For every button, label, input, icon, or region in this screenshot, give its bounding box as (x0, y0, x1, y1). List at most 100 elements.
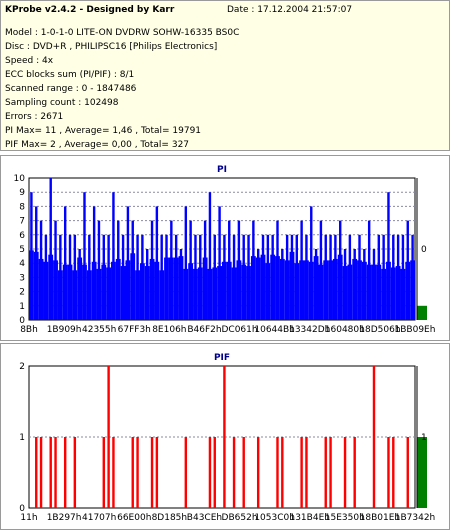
pif-bar (107, 366, 110, 508)
pi-fill-bar (313, 256, 319, 320)
pi-fill-bar (48, 254, 54, 320)
pi-fill-bar (164, 257, 169, 320)
pi-fill-bar (183, 268, 189, 320)
pi-fill-bar (400, 268, 406, 320)
pi-fill-bar (289, 251, 295, 320)
pi-fill-bar (197, 267, 203, 320)
pif-x-tick-label: 66E00h (117, 513, 151, 523)
pi-fill-bar (96, 268, 102, 320)
pi-fill-bar (106, 267, 112, 320)
pi-fill-bar (33, 251, 39, 320)
pi-fill-bar (371, 264, 377, 320)
pi-fill-bar (222, 261, 227, 320)
pif-bar (35, 437, 38, 508)
pi-fill-bar (29, 250, 34, 320)
pi-fill-bar (270, 254, 276, 320)
pif-bar (324, 437, 327, 508)
pi-fill-bar (91, 261, 97, 320)
pi-y-tick-label: 2 (19, 288, 25, 298)
pi-chart: PI01234567891008Bh 1B909h 42355h 67FF3h 8E10… (14, 165, 436, 335)
pif-bar (208, 437, 212, 508)
pi-fill-bar (352, 258, 358, 320)
pif-bar (353, 437, 356, 508)
pi-fill-bar (366, 264, 372, 320)
pi-y-tick-label: 7 (19, 217, 25, 227)
pi-fill-bar (318, 264, 324, 320)
pi-fill-bar (279, 258, 285, 320)
pi-fill-bar (135, 270, 140, 320)
pi-fill-bar (77, 257, 83, 320)
pi-fill-bar (72, 270, 78, 320)
pi-fill-bar (43, 261, 49, 320)
pif-x-tick-label: 41707h (82, 513, 116, 523)
pi-x-tick-label: 1B909h (47, 325, 82, 335)
pi-x-tick-label: DC061h (221, 325, 257, 335)
sampling-line: Sampling count : 102498 (5, 98, 119, 108)
pi-fill-bar (202, 257, 208, 320)
pif-bar (73, 437, 77, 508)
pi-fill-bar (342, 266, 348, 320)
pi-fill-bar (139, 263, 145, 320)
pif-x-tick-label: DB652h (222, 513, 258, 523)
disc-line: Disc : DVD+R , PHILIPSC16 [Philips Elect… (5, 42, 218, 52)
pi-fill-bar (173, 257, 179, 320)
pi-y-tick-label: 4 (19, 259, 25, 269)
pi-fill-bar (294, 263, 300, 320)
pif-chart-panel: PIF 0 1 2 1 11h 1B297h 41707h 66E00h 8D185h B43CEh… (0, 343, 450, 530)
pif-chart: PIF012111h 1B297h 41707h 66E00h 8D185h B43CEh… (19, 353, 435, 523)
pif-x-tick-label: 1B297h (47, 513, 82, 523)
pif-bar (372, 366, 376, 508)
pi-fill-bar (193, 268, 198, 320)
pi-chart-panel: PI 0 1 2 3 4 5 6 7 8 9 10 0 8Bh 1B909h 42355h 67FF3h 8E10… (0, 155, 450, 341)
pi-fill-bar (284, 260, 290, 320)
pi-fill-bar (115, 258, 121, 320)
pi-fill-bar (337, 254, 343, 320)
pif-bar (49, 437, 52, 508)
pi-fill-bar (405, 261, 411, 320)
pif-right-axis-label: 1 (421, 433, 427, 443)
pi-fill-bar (410, 260, 415, 320)
pi-fill-bar (332, 258, 338, 320)
pi-fill-bar (328, 260, 333, 320)
pi-y-tick-label: 5 (19, 245, 25, 255)
pif-bar (276, 437, 279, 508)
pi-fill-bar (82, 264, 87, 320)
pi-fill-bar (357, 260, 362, 320)
pi-right-axis-label: 0 (421, 245, 427, 255)
pi-y-tick-label: 6 (19, 231, 25, 241)
pi-x-tick-label: 1BB09Eh (395, 325, 436, 335)
pi-x-tick-label: 8E106h (152, 325, 186, 335)
pif-bar (63, 437, 67, 508)
pi-fill-bar (250, 256, 256, 320)
pif-bar (39, 437, 43, 508)
pi-fill-bar (168, 257, 174, 320)
pi-fill-bar (149, 258, 155, 320)
pif-bar (387, 437, 390, 508)
pif-bar (406, 437, 409, 508)
pi-fill-bar (236, 260, 242, 320)
pi-x-tick-label: 42355h (82, 325, 116, 335)
range-line: Scanned range : 0 - 1847486 (5, 84, 137, 94)
pif-bar (131, 437, 134, 508)
disc-info-panel: KProbe v2.4.2 - Designed by Karr Date : … (0, 0, 450, 151)
pif-bar (136, 437, 139, 508)
pi-fill-bar (386, 261, 391, 320)
pif-bar (392, 437, 395, 508)
app-title: KProbe v2.4.2 - Designed by Karr (5, 5, 175, 15)
pi-y-tick-label: 10 (14, 174, 26, 184)
speed-line: Speed : 4x (5, 56, 54, 66)
pi-level-indicator (417, 305, 427, 320)
pi-y-tick-label: 9 (19, 188, 25, 198)
pi-chart-title: PI (217, 165, 227, 175)
pif-bar (329, 437, 332, 508)
pi-fill-bar (212, 267, 218, 320)
pif-y-tick-label: 1 (19, 433, 25, 443)
pif-bar (155, 437, 159, 508)
pi-fill-bar (67, 264, 73, 320)
pi-fill-bar (86, 270, 92, 320)
pif-y-tick-label: 2 (19, 362, 25, 372)
pif-bar (281, 437, 284, 508)
pi-fill-bar (255, 257, 261, 320)
pi-x-tick-label: B46F2h (187, 325, 221, 335)
pi-fill-bar (304, 260, 309, 320)
